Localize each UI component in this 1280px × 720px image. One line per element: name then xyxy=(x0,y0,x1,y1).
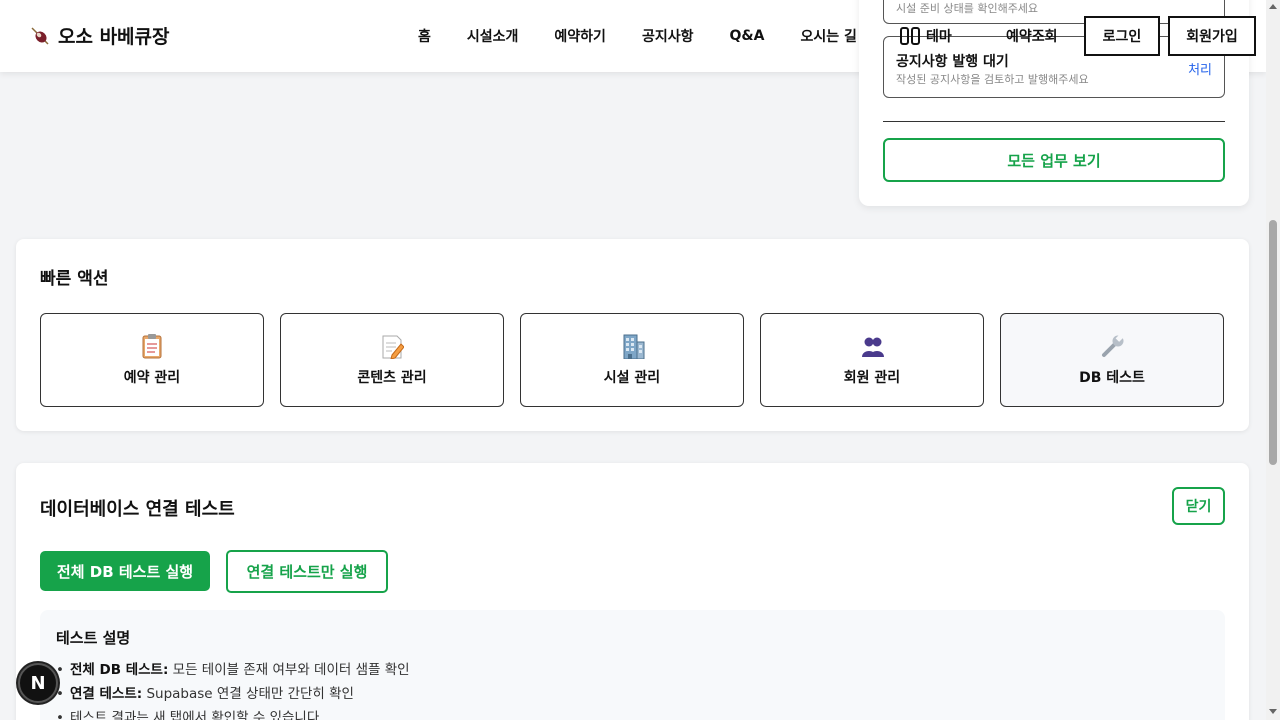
quick-action-reservations[interactable]: 예약 관리 xyxy=(40,313,264,407)
nav-home[interactable]: 홈 xyxy=(400,26,449,46)
list-item: 테스트 결과는 새 탭에서 확인할 수 있습니다 xyxy=(56,706,410,720)
quick-action-label: 시설 관리 xyxy=(603,370,661,386)
wrench-icon xyxy=(1100,333,1124,359)
quick-action-db-test[interactable]: DB 테스트 xyxy=(1000,313,1224,407)
test-description-title: 테스트 설명 xyxy=(56,629,131,647)
reservation-lookup-link[interactable]: 예약조회 xyxy=(992,26,1084,46)
signup-button[interactable]: 회원가입 xyxy=(1168,16,1256,56)
quick-actions-row: 예약 관리 콘텐츠 관리 시설 관리 회원 관리 DB 테스트 xyxy=(40,313,1224,407)
list-item: 연결 테스트: Supabase 연결 상태만 간단히 확인 xyxy=(56,682,410,706)
divider xyxy=(883,121,1225,122)
test-description-box: 테스트 설명 전체 DB 테스트: 모든 테이블 존재 여부와 데이터 샘플 확… xyxy=(40,610,1225,720)
quick-action-label: 예약 관리 xyxy=(123,370,181,386)
run-connection-test-button[interactable]: 연결 테스트만 실행 xyxy=(226,550,388,593)
theme-icon xyxy=(900,27,920,45)
dev-tools-button[interactable]: N xyxy=(18,663,58,703)
task-desc: 작성된 공지사항을 검토하고 발행해주세요 xyxy=(896,73,1089,86)
view-all-tasks-button[interactable]: 모든 업무 보기 xyxy=(883,138,1225,182)
logo-text: 오소 바베큐장 xyxy=(58,26,170,48)
db-test-title: 데이터베이스 연결 테스트 xyxy=(40,499,235,520)
db-test-section: 데이터베이스 연결 테스트 닫기 전체 DB 테스트 실행 연결 테스트만 실행… xyxy=(16,463,1249,720)
test-description-list: 전체 DB 테스트: 모든 테이블 존재 여부와 데이터 샘플 확인 연결 테스… xyxy=(56,658,410,720)
theme-toggle[interactable]: 테마 xyxy=(900,26,992,46)
list-item: 전체 DB 테스트: 모든 테이블 존재 여부와 데이터 샘플 확인 xyxy=(56,658,410,682)
scroll-down-arrow[interactable] xyxy=(1269,709,1277,714)
quick-action-members[interactable]: 회원 관리 xyxy=(760,313,984,407)
close-button[interactable]: 닫기 xyxy=(1172,487,1225,525)
main-nav: 홈 시설소개 예약하기 공지사항 Q&A 오시는 길 xyxy=(400,0,875,72)
quick-action-content[interactable]: 콘텐츠 관리 xyxy=(280,313,504,407)
memo-icon xyxy=(380,333,405,360)
theme-label: 테마 xyxy=(926,29,952,45)
header-actions: 테마 예약조회 로그인 회원가입 xyxy=(900,16,1256,56)
page-scrollbar[interactable] xyxy=(1266,0,1280,720)
nav-facilities[interactable]: 시설소개 xyxy=(449,26,537,46)
login-button[interactable]: 로그인 xyxy=(1084,16,1160,56)
run-full-db-test-button[interactable]: 전체 DB 테스트 실행 xyxy=(40,551,210,591)
task-desc: 시설 준비 상태를 확인해주세요 xyxy=(896,2,1039,15)
meat-skewer-icon xyxy=(30,26,50,46)
nav-reservation[interactable]: 예약하기 xyxy=(536,26,624,46)
quick-actions-section: 빠른 액션 예약 관리 콘텐츠 관리 시설 관리 회원 관리 DB 테스트 xyxy=(16,239,1249,431)
quick-action-label: DB 테스트 xyxy=(1079,370,1145,386)
logo[interactable]: 오소 바베큐장 xyxy=(30,22,170,49)
clipboard-icon xyxy=(140,333,164,359)
nav-notices[interactable]: 공지사항 xyxy=(624,26,712,46)
scroll-thumb[interactable] xyxy=(1269,220,1277,465)
building-icon xyxy=(620,333,645,360)
users-icon xyxy=(860,333,884,359)
quick-action-facilities[interactable]: 시설 관리 xyxy=(520,313,744,407)
quick-actions-title: 빠른 액션 xyxy=(40,269,109,289)
task-process-link[interactable]: 처리 xyxy=(1188,59,1212,78)
scroll-up-arrow[interactable] xyxy=(1269,4,1277,9)
quick-action-label: 콘텐츠 관리 xyxy=(357,370,427,386)
nav-qna[interactable]: Q&A xyxy=(711,28,782,44)
quick-action-label: 회원 관리 xyxy=(843,370,901,386)
